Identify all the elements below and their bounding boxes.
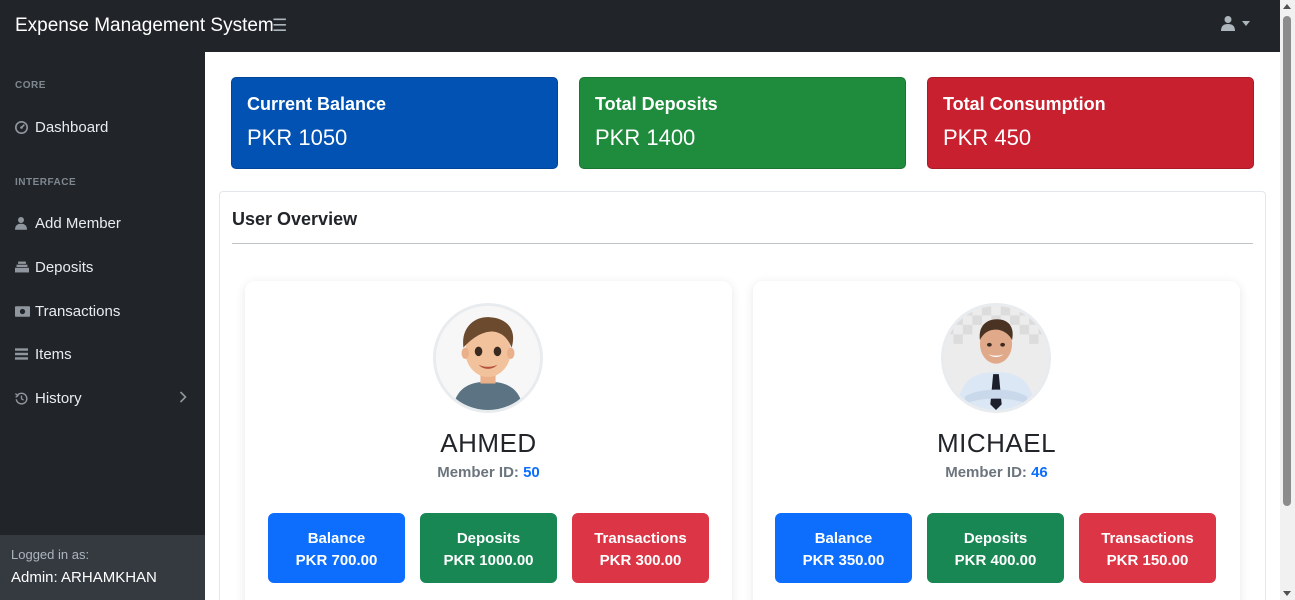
scroll-down-arrow-icon[interactable] — [1283, 591, 1291, 596]
dashboard-icon — [15, 120, 35, 134]
sidebar-item-history[interactable]: History — [0, 378, 205, 418]
sidebar-item-label: Dashboard — [35, 118, 109, 136]
divider — [232, 243, 1253, 244]
stat-title: Total Consumption — [943, 94, 1106, 114]
transactions-button[interactable]: Transactions PKR 300.00 — [572, 513, 709, 583]
stat-card-current-balance[interactable]: Current Balance PKR 1050 — [231, 77, 558, 169]
sidebar-item-add-member[interactable]: Add Member — [0, 203, 205, 243]
logged-in-user: Admin: ARHAMKHAN — [11, 569, 157, 586]
user-icon — [15, 216, 35, 230]
stat-value: PKR 1050 — [247, 125, 348, 150]
mini-value: PKR 350.00 — [802, 552, 885, 569]
balance-button[interactable]: Balance PKR 350.00 — [775, 513, 912, 583]
money-icon — [15, 305, 35, 317]
member-card: AHMED Member ID: 50 Balance PKR 700.00 D… — [245, 281, 732, 600]
deposits-button[interactable]: Deposits PKR 400.00 — [927, 513, 1064, 583]
mini-label: Balance — [307, 530, 366, 547]
mini-value: PKR 300.00 — [599, 552, 682, 569]
mini-label: Transactions — [594, 530, 687, 547]
logged-in-label: Logged in as: — [11, 547, 90, 562]
stat-value: PKR 450 — [943, 125, 1032, 150]
mini-label: Deposits — [963, 530, 1028, 547]
mini-value: PKR 400.00 — [954, 552, 1037, 569]
deposits-button[interactable]: Deposits PKR 1000.00 — [420, 513, 557, 583]
member-id-value: 46 — [1031, 464, 1048, 481]
stat-title: Current Balance — [247, 94, 387, 114]
mini-label: Transactions — [1101, 530, 1194, 547]
sidebar-item-label: Transactions — [35, 302, 121, 320]
member-id-label: Member ID: — [437, 464, 519, 481]
chevron-right-icon — [179, 391, 187, 403]
member-id-value: 50 — [523, 464, 540, 481]
avatar — [941, 303, 1051, 413]
avatar — [433, 303, 543, 413]
transactions-button[interactable]: Transactions PKR 150.00 — [1079, 513, 1216, 583]
stat-card-total-consumption[interactable]: Total Consumption PKR 450 — [927, 77, 1254, 169]
stat-card-total-deposits[interactable]: Total Deposits PKR 1400 — [579, 77, 906, 169]
balance-button[interactable]: Balance PKR 700.00 — [268, 513, 405, 583]
chevron-down-icon — [1242, 20, 1250, 26]
mini-value: PKR 150.00 — [1106, 552, 1189, 569]
user-overview-panel: User Overview AHMED Member ID: 50 Balanc… — [219, 191, 1266, 600]
sidebar-heading-interface: INTERFACE — [15, 177, 77, 188]
deposit-icon — [15, 261, 35, 273]
mini-label: Deposits — [456, 530, 521, 547]
mini-value: PKR 700.00 — [295, 552, 378, 569]
history-icon — [15, 392, 35, 405]
sidebar-footer: Logged in as: Admin: ARHAMKHAN — [0, 535, 205, 600]
sidebar-item-label: History — [35, 389, 82, 407]
mini-label: Balance — [814, 530, 873, 547]
member-name: MICHAEL — [936, 428, 1057, 458]
sidebar-item-transactions[interactable]: Transactions — [0, 291, 205, 331]
sidebar: CORE Dashboard INTERFACE Add Member Depo… — [0, 52, 205, 600]
sidebar-heading-core: CORE — [15, 80, 46, 91]
user-icon — [1221, 16, 1235, 31]
stat-title: Total Deposits — [595, 94, 718, 114]
businessman-avatar-icon — [944, 306, 1048, 410]
member-name: AHMED — [440, 428, 537, 458]
member-id: Member ID: 50 — [245, 464, 732, 481]
member-id-label: Member ID: — [945, 464, 1027, 481]
hamburger-icon[interactable]: ☰ — [272, 16, 287, 36]
top-navbar: Expense Management System ☰ — [0, 0, 1280, 52]
mini-value: PKR 1000.00 — [443, 552, 534, 569]
member-card: MICHAEL Member ID: 46 Balance PKR 350.00… — [753, 281, 1240, 600]
sidebar-item-dashboard[interactable]: Dashboard — [0, 107, 205, 147]
scroll-up-arrow-icon[interactable] — [1283, 4, 1291, 9]
app-title[interactable]: Expense Management System — [0, 15, 274, 37]
user-overview-title: User Overview — [232, 209, 358, 229]
list-icon — [15, 348, 35, 360]
main-content: Current Balance PKR 1050 Total Deposits … — [205, 52, 1280, 600]
sidebar-item-items[interactable]: Items — [0, 334, 205, 374]
member-id: Member ID: 46 — [753, 464, 1240, 481]
sidebar-item-label: Deposits — [35, 258, 94, 276]
sidebar-item-label: Add Member — [35, 214, 121, 232]
scrollbar-thumb[interactable] — [1283, 16, 1291, 506]
cartoon-boy-avatar-icon — [436, 306, 540, 410]
sidebar-item-deposits[interactable]: Deposits — [0, 247, 205, 287]
sidebar-item-label: Items — [35, 345, 72, 363]
stat-value: PKR 1400 — [595, 125, 696, 150]
user-menu-dropdown[interactable] — [1220, 15, 1250, 31]
page-scrollbar[interactable] — [1280, 0, 1295, 600]
